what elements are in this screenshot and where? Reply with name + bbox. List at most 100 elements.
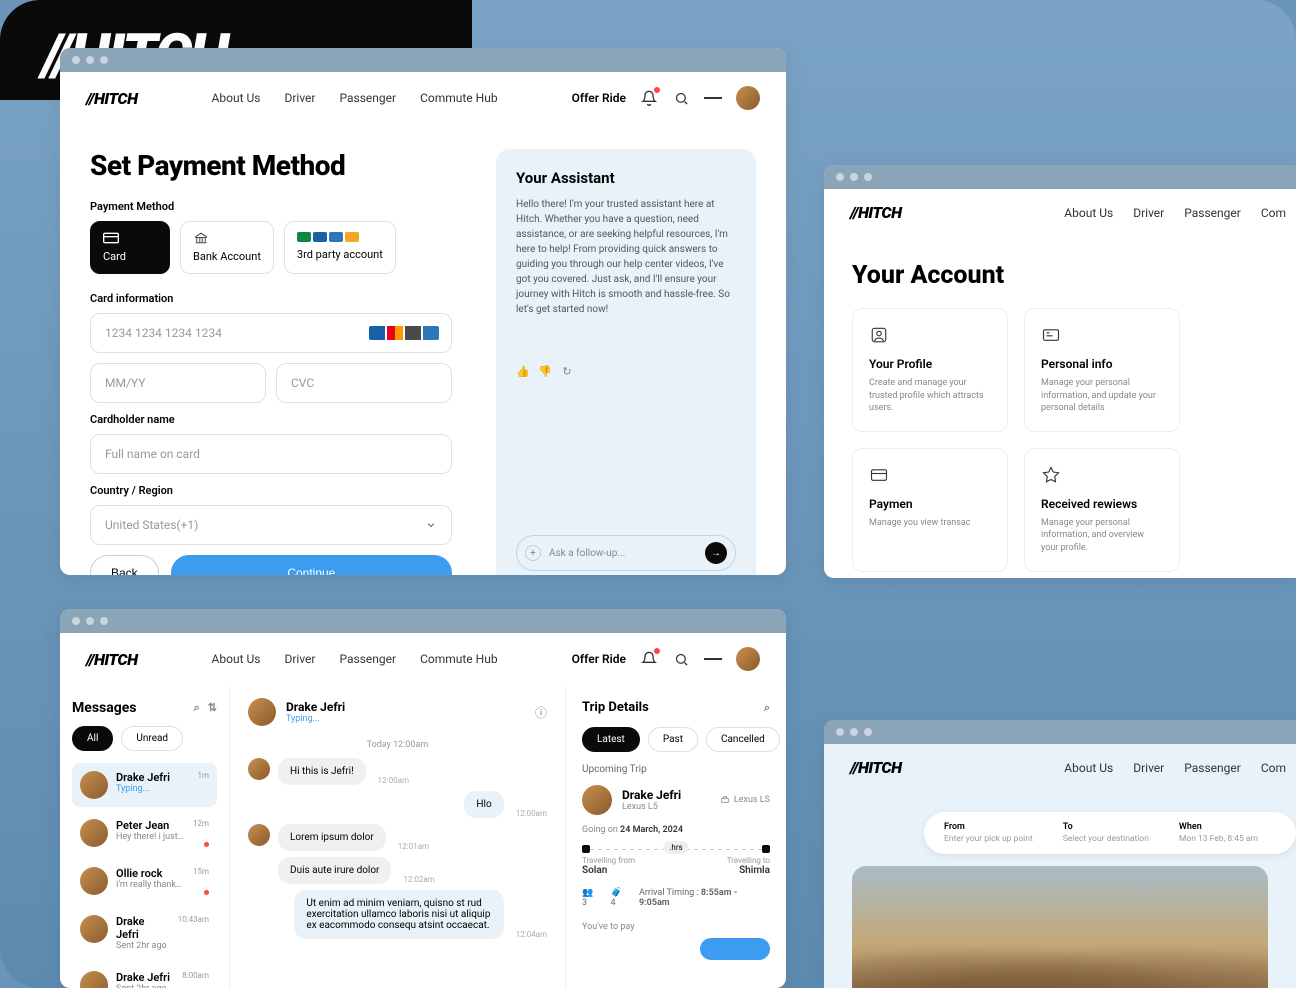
nav-commute[interactable]: Commute Hub	[420, 652, 498, 666]
nav: About Us Driver Passenger Commute Hub	[212, 91, 498, 105]
nav-driver[interactable]: Driver	[1133, 206, 1164, 220]
expiry-input[interactable]: MM/YY	[90, 363, 266, 403]
offer-ride-link[interactable]: Offer Ride	[572, 91, 626, 105]
nav-about[interactable]: About Us	[212, 652, 261, 666]
logo[interactable]: //HITCH	[86, 650, 137, 669]
when-field[interactable]: WhenMon 13 Feb, 8:45 am	[1179, 822, 1258, 844]
window-bar	[824, 165, 1296, 189]
nav-driver[interactable]: Driver	[1133, 761, 1164, 775]
logo[interactable]: //HITCH	[86, 89, 137, 108]
conversation-item[interactable]: Drake JefriTyping...1m	[72, 763, 217, 807]
conv-time: 8:00am	[182, 971, 209, 980]
nav-passenger[interactable]: Passenger	[339, 91, 396, 105]
assistant-body: Hello there! I'm your trusted assistant …	[516, 197, 736, 354]
nav-driver[interactable]: Driver	[284, 652, 315, 666]
message-text: Lorem ipsum dolor	[278, 824, 386, 851]
follow-up-input[interactable]: + Ask a follow-up... →	[516, 535, 736, 571]
message-text: Hi this is Jefri!	[278, 758, 366, 785]
search-bar[interactable]: FromEnter your pick up point ToSelect yo…	[924, 812, 1296, 854]
pm-bank[interactable]: Bank Account	[180, 221, 274, 274]
tab-all[interactable]: All	[72, 726, 113, 751]
nav-passenger[interactable]: Passenger	[1184, 761, 1241, 775]
conversation-item[interactable]: Peter JeanHey there! i just have to inqu…	[72, 811, 217, 855]
message-bubble: Ut enim ad minim veniam, quisno st rud e…	[248, 890, 547, 939]
pm-third-party[interactable]: 3rd party account	[284, 221, 396, 274]
cvc-input[interactable]: CVC	[276, 363, 452, 403]
search-icon[interactable]	[672, 89, 690, 107]
thumbs-down-icon[interactable]: 👎	[538, 364, 552, 378]
pay-button[interactable]	[582, 938, 770, 960]
message-bubble: Duis aute irure dolor12:02am	[248, 857, 547, 884]
region-select[interactable]: United States(+1)	[90, 505, 452, 545]
account-card[interactable]: Personal infoManage your personal inform…	[1024, 308, 1180, 432]
plus-icon[interactable]: +	[525, 545, 541, 561]
from-field[interactable]: FromEnter your pick up point	[944, 822, 1033, 844]
card-number-input[interactable]: 1234 1234 1234 1234	[90, 313, 452, 353]
account-card[interactable]: Your ProfileCreate and manage your trust…	[852, 308, 1008, 432]
assistant-panel: Your Assistant Hello there! I'm your tru…	[496, 149, 756, 575]
pay-label: You've to pay	[582, 922, 770, 932]
filter-icon[interactable]: ⇅	[208, 701, 217, 715]
card-title: Paymen	[869, 497, 991, 511]
unread-dot	[204, 890, 209, 895]
conv-preview: Typing...	[116, 784, 189, 794]
refresh-icon[interactable]: ↻	[560, 364, 574, 378]
tab-cancelled[interactable]: Cancelled	[706, 727, 780, 752]
card-icon	[1041, 325, 1061, 345]
conversation-item[interactable]: Ollie rockI'm really thankful to you15m	[72, 859, 217, 903]
upcoming-label: Upcoming Trip	[582, 764, 770, 775]
logo[interactable]: //HITCH	[850, 758, 901, 777]
search-icon[interactable]: ⌕	[764, 701, 770, 715]
pm-card[interactable]: Card	[90, 221, 170, 274]
search-icon[interactable]	[672, 650, 690, 668]
nav-passenger[interactable]: Passenger	[1184, 206, 1241, 220]
thumbs-up-icon[interactable]: 👍	[516, 364, 530, 378]
car-badge: Lexus LS	[720, 795, 770, 805]
nav-about[interactable]: About Us	[212, 91, 261, 105]
continue-button[interactable]: Continue	[171, 555, 452, 575]
header: //HITCH About Us Driver Passenger Commut…	[60, 633, 786, 686]
menu-icon[interactable]	[704, 89, 722, 107]
avatar[interactable]	[582, 785, 612, 815]
to-field[interactable]: ToSelect your destination	[1063, 822, 1149, 844]
account-window: //HITCH About Us Driver Passenger Com Yo…	[824, 165, 1296, 578]
tab-past[interactable]: Past	[648, 727, 698, 752]
conv-name: Drake Jefri	[116, 771, 189, 784]
conversation-item[interactable]: Drake JefriSent 2hr ago10:43am	[72, 907, 217, 959]
nav: About Us Driver Passenger Com	[1064, 206, 1286, 220]
account-card[interactable]: PaymenManage you view transac	[852, 448, 1008, 572]
nav-about[interactable]: About Us	[1064, 761, 1113, 775]
cardholder-label: Cardholder name	[90, 413, 452, 426]
header: //HITCH About Us Driver Passenger Com	[824, 189, 1296, 237]
nav-driver[interactable]: Driver	[284, 91, 315, 105]
bell-icon[interactable]	[640, 89, 658, 107]
avatar[interactable]	[736, 86, 760, 110]
avatar	[80, 915, 108, 943]
menu-icon[interactable]	[704, 650, 722, 668]
info-icon[interactable]: ⓘ	[535, 704, 547, 721]
avatar[interactable]	[248, 698, 276, 726]
nav-passenger[interactable]: Passenger	[339, 652, 396, 666]
offer-ride-link[interactable]: Offer Ride	[572, 652, 626, 666]
nav-about[interactable]: About Us	[1064, 206, 1113, 220]
duration-badge: .hrs	[663, 841, 688, 854]
logo[interactable]: //HITCH	[850, 203, 901, 222]
send-icon[interactable]: →	[705, 542, 727, 564]
page-title: Set Payment Method	[90, 149, 452, 182]
account-card[interactable]: Received rewiewsManage your personal inf…	[1024, 448, 1180, 572]
car-model: Lexus L5	[622, 802, 681, 812]
user-icon	[869, 325, 889, 345]
nav: About Us Driver Passenger Com	[1064, 761, 1286, 775]
tab-unread[interactable]: Unread	[121, 726, 183, 751]
nav-commute[interactable]: Com	[1261, 206, 1286, 220]
back-button[interactable]: Back	[90, 555, 159, 575]
conversation-item[interactable]: Drake JefriSent 2hr ago8:00am	[72, 963, 217, 988]
search-icon[interactable]: ⌕	[194, 701, 200, 715]
nav-commute[interactable]: Commute Hub	[420, 91, 498, 105]
avatar[interactable]	[736, 647, 760, 671]
cardholder-input[interactable]: Full name on card	[90, 434, 452, 474]
tab-latest[interactable]: Latest	[582, 727, 640, 752]
bell-icon[interactable]	[640, 650, 658, 668]
avatar	[80, 819, 108, 847]
nav-commute[interactable]: Com	[1261, 761, 1286, 775]
